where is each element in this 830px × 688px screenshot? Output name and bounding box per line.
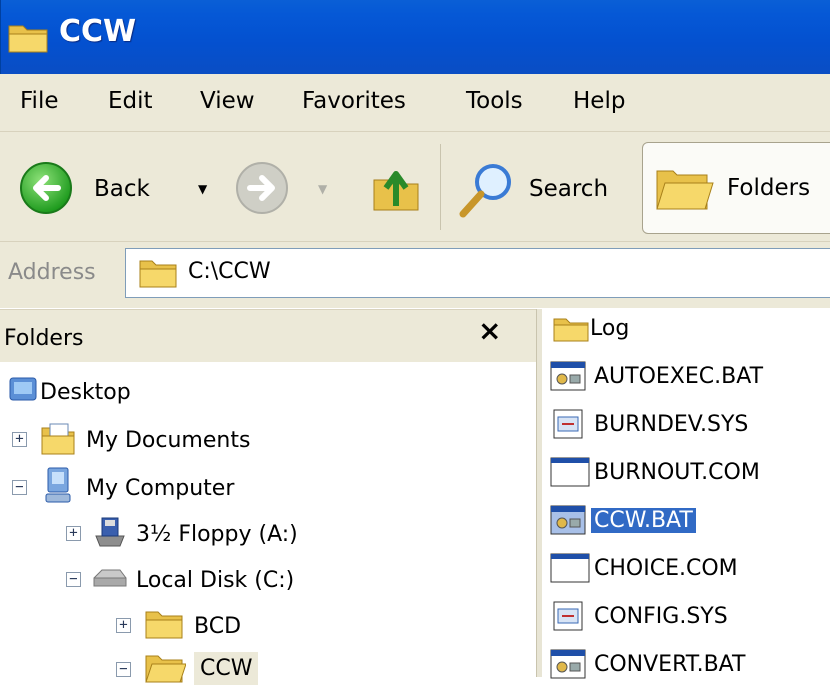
back-button[interactable]: Back ▼: [18, 160, 207, 216]
batch-icon: [550, 505, 586, 535]
search-label: Search: [529, 176, 609, 202]
folders-pane-header: Folders ×: [0, 310, 536, 362]
tree-item-floppy[interactable]: + 3½ Floppy (A:): [0, 512, 500, 552]
file-name: CONVERT.BAT: [594, 652, 746, 677]
tree-label: Local Disk (C:): [136, 568, 295, 593]
system-file-icon: [553, 601, 583, 631]
file-name: CHOICE.COM: [594, 556, 738, 581]
file-item-convert[interactable]: CONVERT.BAT: [542, 649, 830, 681]
expand-icon[interactable]: +: [12, 432, 27, 447]
desktop-icon: [9, 377, 37, 401]
file-name: CCW.BAT: [591, 508, 696, 533]
file-name: BURNDEV.SYS: [594, 412, 749, 437]
drive-icon: [93, 569, 127, 587]
tree-item-desktop[interactable]: Desktop: [0, 370, 500, 410]
folder-open-icon: [145, 655, 186, 683]
address-bar: Address C:\CCW: [0, 242, 830, 308]
tree-label: Desktop: [40, 380, 131, 405]
program-icon: [550, 553, 590, 583]
tree-label: 3½ Floppy (A:): [136, 522, 298, 547]
tree-item-my-computer[interactable]: − My Computer: [0, 466, 500, 506]
file-item-choice[interactable]: CHOICE.COM: [542, 553, 830, 585]
expand-icon[interactable]: +: [116, 618, 131, 633]
folder-icon: [145, 611, 183, 639]
file-name: CONFIG.SYS: [594, 604, 728, 629]
tree-item-local-disk[interactable]: − Local Disk (C:): [0, 558, 500, 598]
back-arrow-icon: [20, 162, 72, 214]
file-list: Log AUTOEXEC.BAT BURNDEV.SYS BURNOUT.COM: [542, 309, 830, 679]
tree-label: My Documents: [86, 428, 251, 453]
folders-label: Folders: [727, 175, 811, 201]
file-item-ccw-bat[interactable]: CCW.BAT: [542, 505, 830, 537]
computer-icon: [45, 467, 71, 503]
menu-help[interactable]: Help: [573, 88, 625, 114]
toolbar: Back ▼ ▼ Search Folders: [0, 132, 830, 242]
back-dropdown-icon[interactable]: ▼: [198, 182, 207, 196]
close-icon[interactable]: ×: [478, 314, 501, 347]
folders-pane-title: Folders: [4, 326, 84, 351]
file-item-autoexec[interactable]: AUTOEXEC.BAT: [542, 361, 830, 393]
file-name: Log: [590, 316, 630, 341]
search-icon: [459, 164, 511, 218]
menu-bar: File Edit View Favorites Tools Help: [0, 74, 830, 132]
folder-icon: [553, 318, 589, 342]
batch-icon: [550, 649, 586, 679]
tree-label: My Computer: [86, 476, 235, 501]
menu-tools[interactable]: Tools: [466, 88, 523, 114]
collapse-icon[interactable]: −: [116, 662, 131, 677]
folders-button[interactable]: Folders: [642, 142, 830, 234]
collapse-icon[interactable]: −: [12, 480, 27, 495]
tree-item-my-documents[interactable]: + My Documents: [0, 418, 500, 458]
folder-icon: [139, 260, 177, 288]
tree-item-bcd[interactable]: + BCD: [0, 604, 500, 644]
expand-icon[interactable]: +: [66, 526, 81, 541]
floppy-icon: [95, 517, 125, 547]
file-item-config[interactable]: CONFIG.SYS: [542, 601, 830, 633]
file-item-log[interactable]: Log: [542, 313, 830, 345]
forward-dropdown-icon[interactable]: ▼: [318, 182, 327, 196]
tree-label: CCW: [194, 652, 259, 685]
folder-icon: [41, 423, 75, 455]
batch-icon: [550, 361, 586, 391]
address-value: C:\CCW: [188, 259, 271, 284]
system-file-icon: [553, 409, 583, 439]
menu-edit[interactable]: Edit: [108, 88, 153, 114]
menu-view[interactable]: View: [200, 88, 255, 114]
file-name: AUTOEXEC.BAT: [594, 364, 764, 389]
file-item-burndev[interactable]: BURNDEV.SYS: [542, 409, 830, 441]
folder-icon: [8, 25, 48, 53]
back-label: Back: [94, 176, 150, 202]
up-folder-icon[interactable]: [368, 160, 424, 216]
folders-icon: [656, 170, 714, 210]
forward-arrow-icon[interactable]: [234, 160, 290, 216]
tree-label: BCD: [194, 614, 242, 639]
tree-item-ccw[interactable]: − CCW: [0, 648, 500, 688]
search-button[interactable]: Search: [455, 160, 625, 218]
collapse-icon[interactable]: −: [66, 572, 81, 587]
program-icon: [550, 457, 590, 487]
folders-pane: Folders × Desktop + My Documents − My Co…: [0, 309, 536, 685]
address-label: Address: [8, 260, 96, 285]
window-title: CCW: [59, 14, 137, 49]
menu-file[interactable]: File: [20, 88, 59, 114]
toolbar-separator: [440, 144, 441, 230]
menu-favorites[interactable]: Favorites: [302, 88, 406, 114]
title-bar[interactable]: CCW: [0, 0, 830, 74]
file-name: BURNOUT.COM: [594, 460, 760, 485]
file-item-burnout[interactable]: BURNOUT.COM: [542, 457, 830, 489]
address-input[interactable]: C:\CCW: [125, 248, 830, 298]
